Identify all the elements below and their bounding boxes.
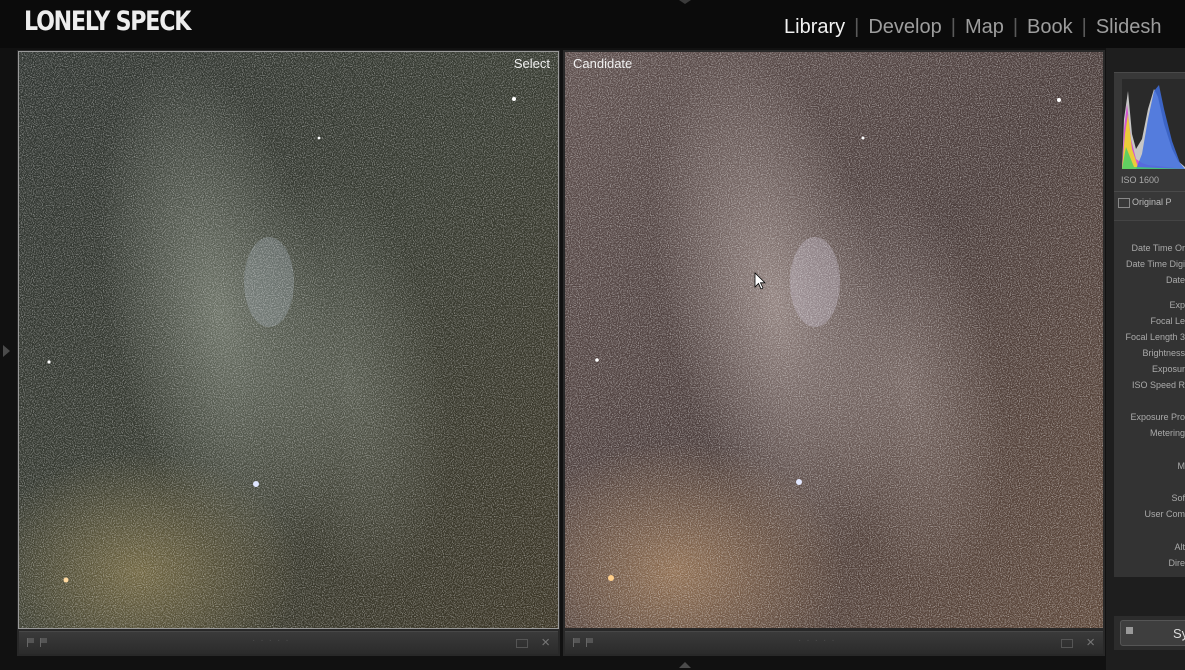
pick-flag-icon[interactable]: [586, 638, 594, 647]
metadata-label: Sof: [1171, 493, 1185, 503]
module-separator: |: [950, 16, 956, 38]
pick-flag-icon[interactable]: [40, 638, 48, 647]
color-label-icon[interactable]: [1061, 639, 1073, 648]
module-separator: |: [854, 16, 860, 38]
color-label-icon[interactable]: [516, 639, 528, 648]
histogram-graph: [1122, 79, 1185, 169]
top-panel-toggle-icon[interactable]: [679, 0, 691, 4]
close-icon[interactable]: ×: [1086, 634, 1095, 651]
close-icon[interactable]: ×: [541, 634, 550, 651]
metadata-label: Metering: [1149, 428, 1185, 438]
module-library[interactable]: Library: [784, 16, 845, 39]
right-panel: ISO 1600 Original P Date Time Or Date Ti…: [1106, 48, 1185, 670]
candidate-pane[interactable]: Candidate ····· ×: [563, 50, 1105, 656]
metadata-label: Focal Length 3: [1125, 332, 1185, 342]
metadata-label: Exposur: [1151, 364, 1185, 374]
select-label: Select: [513, 56, 550, 71]
reject-flag-icon[interactable]: [27, 638, 35, 647]
iso-readout: ISO 1600: [1121, 175, 1160, 185]
sync-button[interactable]: Syn: [1120, 620, 1185, 646]
candidate-photo[interactable]: [565, 52, 1103, 628]
original-photo-checkbox[interactable]: [1118, 198, 1130, 208]
candidate-label: Candidate: [573, 56, 633, 71]
rating-stars[interactable]: ·····: [252, 635, 294, 646]
module-book[interactable]: Book: [1027, 16, 1073, 39]
module-map[interactable]: Map: [965, 16, 1004, 39]
module-slideshow[interactable]: Slidesh: [1096, 16, 1162, 39]
metadata-label: Date Time Or: [1131, 243, 1185, 253]
metadata-label: Brightness: [1142, 348, 1185, 358]
select-photo[interactable]: [18, 51, 559, 629]
metadata-label: Exp: [1169, 300, 1185, 310]
select-pane-toolbar: ····· ×: [19, 631, 558, 654]
metadata-label: ISO Speed R: [1131, 380, 1185, 390]
original-photo-label: Original P: [1132, 197, 1172, 207]
lonely-speck-watermark: LONELY SPECK: [24, 6, 191, 37]
top-bar: LONELY SPECK Library | Develop | Map | Book | Sl…: [0, 0, 1185, 48]
module-separator: |: [1012, 16, 1019, 38]
metadata-label: User Com: [1144, 509, 1185, 519]
rating-stars[interactable]: ·····: [798, 635, 840, 646]
metadata-label: Date Time Digi: [1125, 259, 1185, 269]
reject-flag-icon[interactable]: [573, 638, 581, 647]
sync-area: Syn: [1114, 616, 1185, 650]
metadata-label: Focal Le: [1150, 316, 1185, 326]
module-picker: Library | Develop | Map | Book | Slidesh: [784, 16, 1161, 39]
divider: [1114, 191, 1185, 192]
metadata-label: Date: [1165, 275, 1185, 285]
metadata-label: M: [1177, 461, 1185, 471]
module-separator: |: [1081, 16, 1087, 38]
select-pane[interactable]: Select ····· ×: [17, 50, 560, 656]
sync-toggle-icon[interactable]: [1126, 627, 1133, 634]
metadata-label: Dire: [1168, 558, 1185, 568]
metadata-panel: Date Time Or Date Time Digi Date Exp Foc…: [1114, 220, 1185, 577]
metadata-label: Alt: [1174, 542, 1185, 552]
candidate-pane-toolbar: ····· ×: [565, 631, 1103, 654]
module-develop[interactable]: Develop: [868, 16, 941, 39]
filmstrip-toggle-icon[interactable]: [679, 662, 691, 668]
metadata-label: Exposure Pro: [1130, 412, 1185, 422]
sync-label: Syn: [1173, 626, 1185, 641]
left-panel-toggle-icon[interactable]: [3, 345, 10, 357]
